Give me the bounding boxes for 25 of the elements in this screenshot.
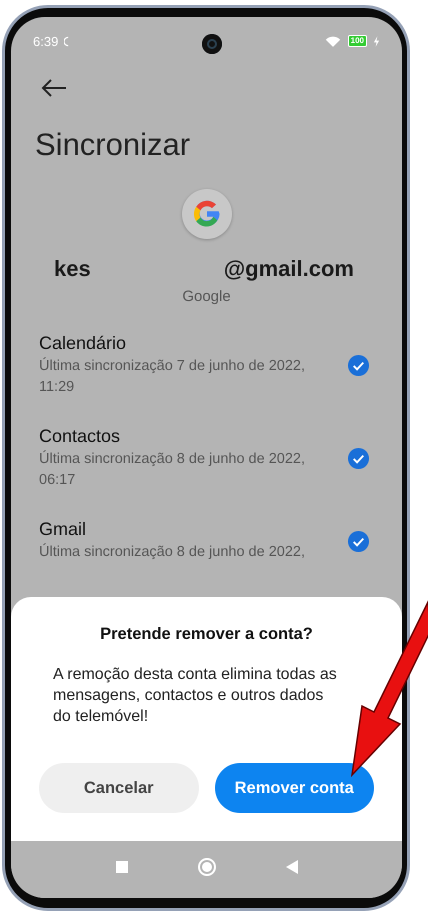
status-time: 6:39 [33,34,58,48]
remove-account-button[interactable]: Remover conta [214,763,374,813]
moon-icon [64,36,70,46]
charging-icon [373,36,380,46]
sync-item-title: Gmail [39,519,88,540]
cancel-button[interactable]: Cancelar [39,763,198,813]
battery-icon: 100 [348,35,367,47]
account-email: @gmail.com [224,256,354,282]
dialog-message: A remoção desta conta elimina todas as mensagens, contactos e outros dados do telemóvel! [53,665,338,727]
checkbox[interactable] [347,354,370,377]
sync-item-title: Contactos [39,426,122,447]
camera-hole [202,34,222,54]
wifi-icon [324,34,342,48]
account-name: kes [54,256,91,282]
sync-item-subtitle: Última sincronização 8 de junho de 2022, 06:17 [39,449,306,490]
checkbox[interactable] [347,447,370,470]
sync-item-subtitle: Última sincronização 7 de junho de 2022, 11:29 [39,356,306,397]
google-logo-icon [182,189,232,239]
dialog-title: Pretende remover a conta? [99,625,314,644]
page-title: Sincronizar [35,127,192,163]
account-provider: Google [182,288,231,305]
back-arrow-icon[interactable] [41,79,67,97]
sync-item-subtitle: Última sincronização 8 de junho de 2022, [39,542,306,562]
sync-item-title: Calendário [39,333,128,354]
checkbox[interactable] [347,530,370,552]
